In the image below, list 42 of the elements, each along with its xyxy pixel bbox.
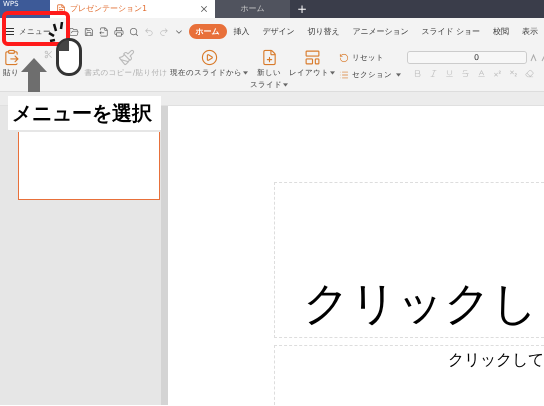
up-arrow-icon xyxy=(21,58,47,92)
ribbon-tab[interactable]: アニメーション xyxy=(346,26,414,38)
ribbon-tab[interactable]: 校閲 xyxy=(487,26,516,38)
save-icon[interactable] xyxy=(84,26,94,36)
close-icon[interactable] xyxy=(199,4,209,14)
reset-icon[interactable] xyxy=(339,52,349,63)
play-icon[interactable] xyxy=(200,49,218,66)
slide-thumbnail[interactable] xyxy=(18,132,160,200)
title-placeholder[interactable]: クリックし xyxy=(274,182,544,338)
ribbon-tab[interactable]: スライド ショー xyxy=(416,26,486,38)
layout-icon[interactable] xyxy=(304,49,320,66)
font-grow-icon[interactable] xyxy=(530,54,538,62)
section-icon[interactable] xyxy=(339,70,349,80)
subscript-icon[interactable] xyxy=(509,69,518,78)
superscript-icon[interactable] xyxy=(493,69,502,78)
new-tab-button[interactable]: + xyxy=(290,0,314,18)
ribbon-tab[interactable]: デザイン xyxy=(256,26,300,38)
scissors-icon[interactable] xyxy=(44,50,53,59)
clipboard-icon[interactable] xyxy=(2,49,20,66)
eraser-icon[interactable] xyxy=(525,69,534,78)
folder-icon[interactable] xyxy=(69,26,80,36)
callout-label: メニューを選択 xyxy=(8,96,161,130)
strikethrough-icon[interactable] xyxy=(461,69,470,78)
export-icon[interactable] xyxy=(99,26,110,36)
underline-icon[interactable] xyxy=(445,69,454,78)
subtitle-placeholder[interactable]: クリックして xyxy=(274,345,544,405)
font-color-icon[interactable] xyxy=(477,69,486,78)
ribbon-tab[interactable]: 表示 xyxy=(516,26,544,38)
font-field[interactable]: 0 xyxy=(407,51,527,64)
menu-icon[interactable] xyxy=(6,28,14,35)
italic-icon[interactable] xyxy=(429,69,438,78)
printer-icon[interactable] xyxy=(114,26,124,36)
ribbon-tab[interactable]: 挿入 xyxy=(228,26,256,38)
preview-icon[interactable] xyxy=(128,26,139,36)
bold-icon[interactable] xyxy=(413,69,422,78)
document-tab[interactable]: ホーム xyxy=(215,0,290,18)
new-slide-icon[interactable] xyxy=(260,49,278,66)
document-icon xyxy=(56,4,66,14)
redo-icon[interactable] xyxy=(158,26,169,36)
click-lines-drawing xyxy=(48,22,64,42)
ribbon-tab[interactable]: 切り替え xyxy=(302,26,346,38)
undo-icon[interactable] xyxy=(144,26,154,36)
